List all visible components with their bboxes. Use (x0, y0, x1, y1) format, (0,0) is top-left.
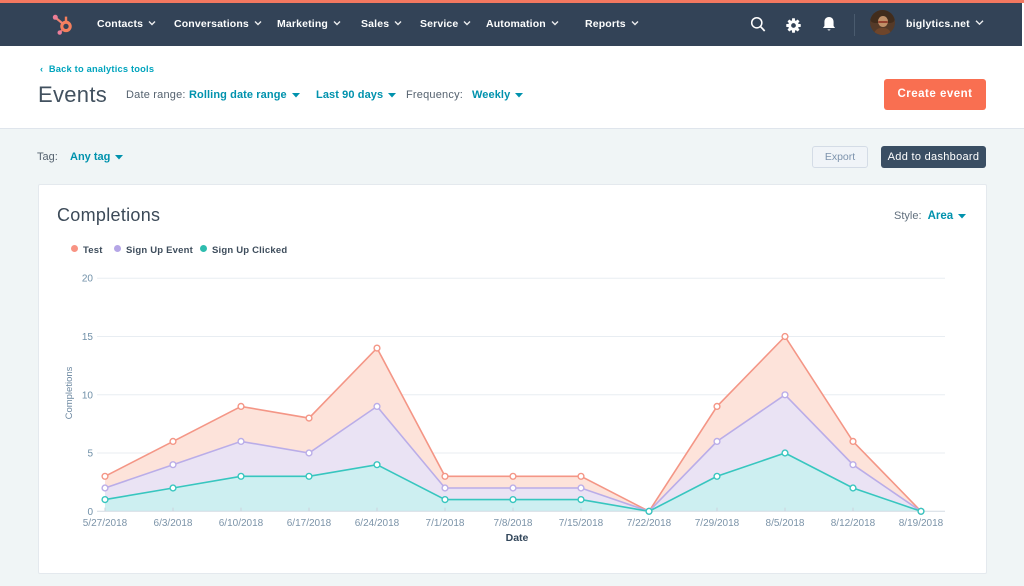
svg-text:7/29/2018: 7/29/2018 (695, 518, 740, 529)
svg-text:6/3/2018: 6/3/2018 (154, 518, 193, 529)
svg-text:5/27/2018: 5/27/2018 (83, 518, 128, 529)
svg-text:7/1/2018: 7/1/2018 (426, 518, 465, 529)
svg-text:10: 10 (82, 390, 94, 401)
svg-text:8/19/2018: 8/19/2018 (899, 518, 944, 529)
svg-text:8/12/2018: 8/12/2018 (831, 518, 876, 529)
svg-text:6/10/2018: 6/10/2018 (219, 518, 264, 529)
svg-text:7/15/2018: 7/15/2018 (559, 518, 604, 529)
svg-text:7/22/2018: 7/22/2018 (627, 518, 672, 529)
svg-text:7/8/2018: 7/8/2018 (494, 518, 533, 529)
svg-text:5: 5 (87, 449, 93, 460)
svg-text:Date: Date (506, 532, 529, 544)
svg-text:0: 0 (87, 507, 93, 518)
svg-text:6/17/2018: 6/17/2018 (287, 518, 332, 529)
svg-text:15: 15 (82, 332, 94, 343)
svg-text:6/24/2018: 6/24/2018 (355, 518, 400, 529)
svg-text:Completions: Completions (64, 366, 75, 419)
svg-text:8/5/2018: 8/5/2018 (766, 518, 805, 529)
svg-text:20: 20 (82, 274, 94, 285)
